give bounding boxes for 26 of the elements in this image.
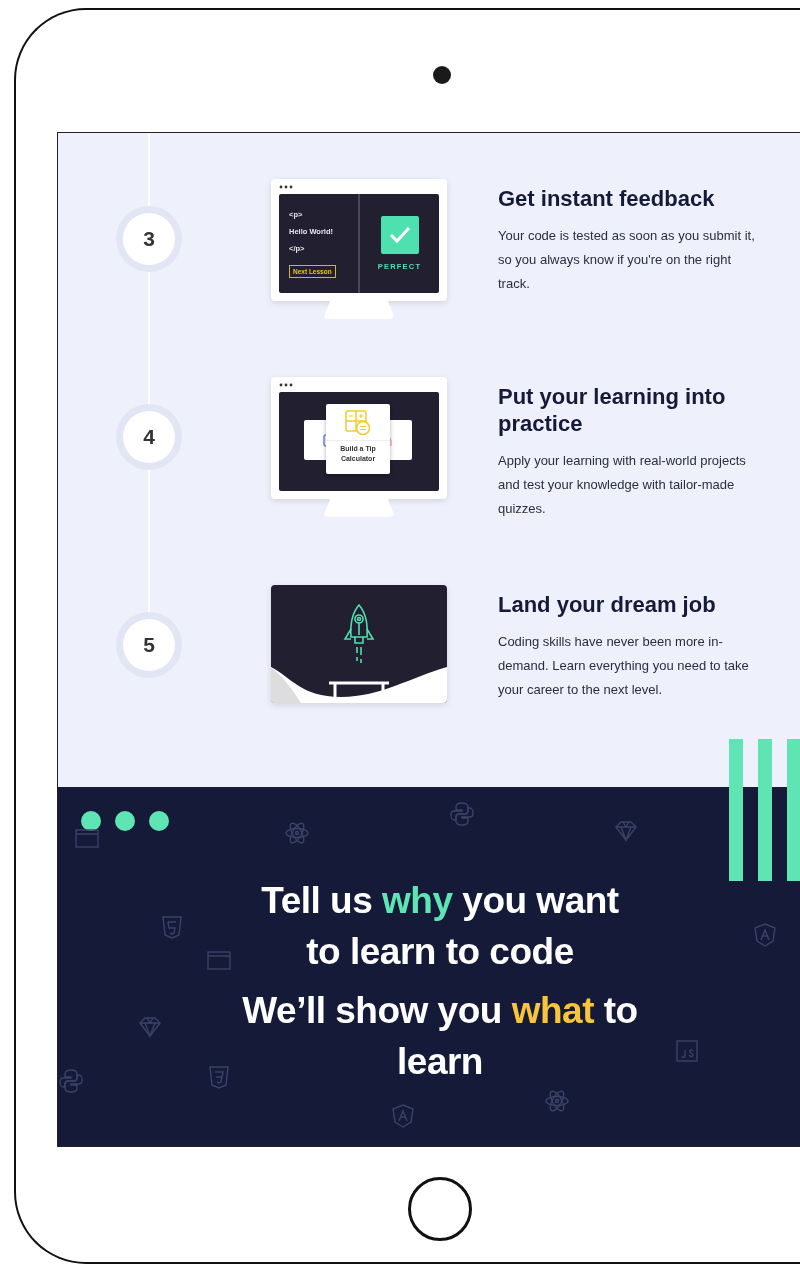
dot-icon [115,811,135,831]
window-dots-icon [279,382,293,387]
home-button[interactable] [408,1177,472,1241]
diamond-icon [613,818,639,844]
atom-icon [544,1088,570,1114]
step-title: Get instant feedback [498,185,716,212]
python-icon [58,1068,84,1094]
step-title: Land your dream job [498,591,717,618]
window-dots-icon [279,184,293,189]
diamond-icon [137,1014,163,1040]
calculator-icon [345,410,371,436]
step-description: Apply your learning with real-world projects and test your knowledge with tailor-made quizzes. [498,452,747,518]
dot-icon [81,811,101,831]
dot-icon [149,811,169,831]
css3-icon [206,1064,232,1090]
angular-icon [752,922,778,948]
angular-icon [390,1103,416,1129]
python-icon [449,801,475,827]
step-title: Put your learning into practice [498,383,727,437]
html5-icon [159,914,185,940]
step-description: Coding skills have never been more in-demand. Learn everything you need to take your career to the next level. [498,633,750,699]
banner-headline: We’ll show you what to learn [241,989,639,1084]
javascript-icon [674,1038,700,1064]
step-description: Your code is tested as soon as you submit it, so you always know if you're on the right track. [498,227,756,293]
atom-icon [284,820,310,846]
check-icon [380,216,419,254]
